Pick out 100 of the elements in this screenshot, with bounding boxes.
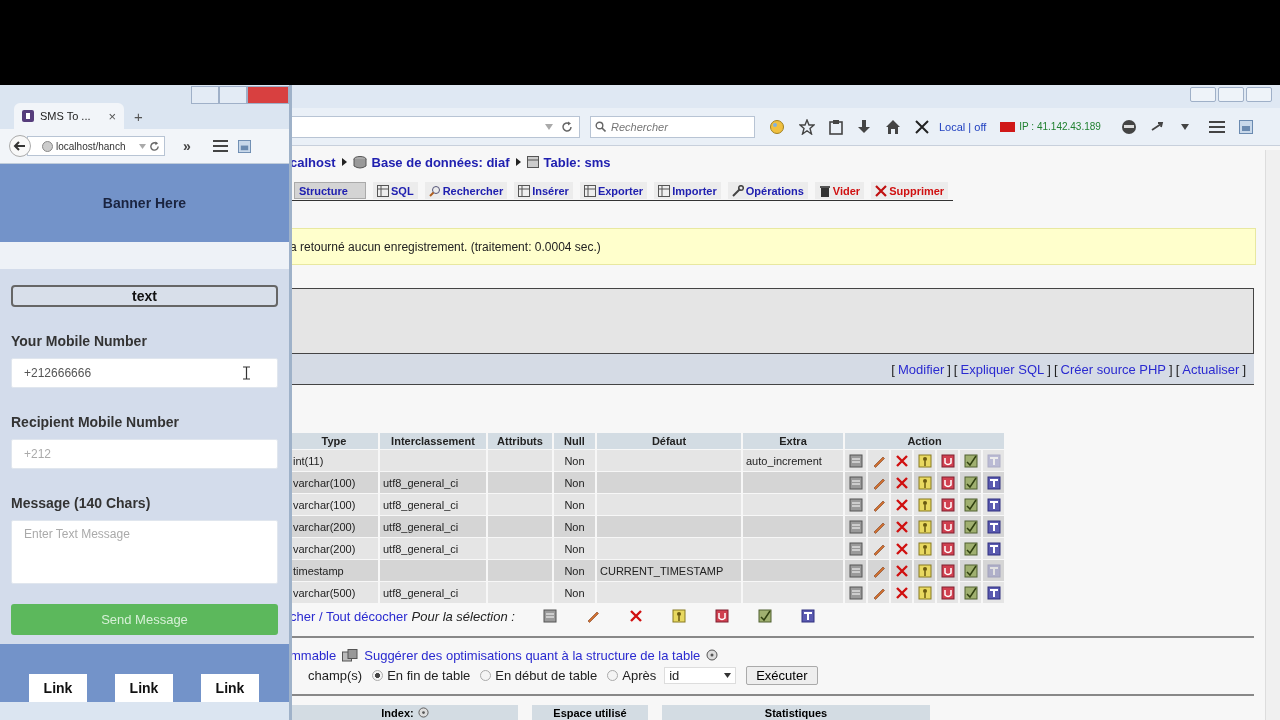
proxy-status[interactable]: Local | off bbox=[939, 120, 987, 133]
fulltext-icon[interactable] bbox=[986, 475, 1001, 490]
key-icon[interactable] bbox=[917, 497, 932, 512]
menu-icon[interactable] bbox=[1208, 119, 1225, 134]
delete-icon[interactable] bbox=[894, 453, 909, 468]
delete-icon[interactable] bbox=[628, 609, 643, 623]
tab[interactable]: Opérations bbox=[727, 182, 808, 199]
execute-button[interactable]: Exécuter bbox=[746, 665, 818, 685]
help-icon[interactable] bbox=[706, 649, 719, 661]
index-icon[interactable] bbox=[963, 453, 978, 468]
tab[interactable]: SQL bbox=[373, 182, 418, 199]
key-icon[interactable] bbox=[917, 453, 932, 468]
unique-icon[interactable] bbox=[940, 453, 955, 468]
text-button[interactable]: text bbox=[11, 285, 278, 307]
unique-icon[interactable] bbox=[940, 475, 955, 490]
x-icon[interactable] bbox=[915, 119, 929, 134]
message-field[interactable]: Enter Text Message bbox=[11, 520, 278, 584]
radio-button[interactable] bbox=[372, 669, 384, 681]
query-link[interactable]: Modifier bbox=[898, 361, 945, 377]
column-header[interactable]: Null bbox=[554, 433, 595, 449]
table-icon[interactable] bbox=[848, 519, 863, 534]
tab[interactable]: Structure bbox=[294, 182, 366, 199]
key-icon[interactable] bbox=[917, 585, 932, 600]
breadcrumb-link[interactable]: Base de données: diaf bbox=[371, 154, 510, 170]
column-select[interactable]: id bbox=[664, 666, 737, 684]
radio-button[interactable] bbox=[480, 669, 492, 681]
delete-icon[interactable] bbox=[894, 585, 909, 600]
download-icon[interactable] bbox=[857, 118, 871, 135]
unique-icon[interactable] bbox=[940, 541, 955, 556]
reload-icon[interactable] bbox=[561, 120, 573, 133]
input-field[interactable]: +212666666 bbox=[11, 358, 278, 388]
breadcrumb-link[interactable]: Table: sms bbox=[543, 154, 611, 170]
tab[interactable]: Importer bbox=[654, 182, 721, 199]
column-header[interactable]: Défaut bbox=[597, 433, 741, 449]
table-icon[interactable] bbox=[542, 609, 557, 623]
unique-icon[interactable] bbox=[714, 609, 729, 623]
fulltext-icon[interactable] bbox=[986, 519, 1001, 534]
radio-label[interactable]: Après bbox=[622, 667, 657, 683]
index-icon[interactable] bbox=[963, 519, 978, 534]
index-icon[interactable] bbox=[963, 585, 978, 600]
index-icon[interactable] bbox=[963, 475, 978, 490]
table-icon[interactable] bbox=[848, 563, 863, 578]
footer-link[interactable]: Link bbox=[29, 674, 87, 702]
radio-label[interactable]: En fin de table bbox=[387, 667, 471, 683]
scrollbar[interactable] bbox=[1265, 150, 1280, 720]
table-icon[interactable] bbox=[848, 475, 863, 490]
help-icon[interactable] bbox=[417, 707, 429, 718]
pencil-icon[interactable] bbox=[585, 609, 600, 623]
index-icon[interactable] bbox=[963, 563, 978, 578]
fulltext-icon[interactable] bbox=[986, 585, 1001, 600]
key-icon[interactable] bbox=[671, 609, 686, 623]
back-icon[interactable] bbox=[9, 135, 31, 157]
table-icon[interactable] bbox=[848, 585, 863, 600]
tab[interactable]: Vider bbox=[814, 182, 865, 199]
tab-close-button[interactable]: × bbox=[108, 108, 116, 124]
delete-icon[interactable] bbox=[894, 563, 909, 578]
index-icon[interactable] bbox=[963, 497, 978, 512]
fulltext-icon[interactable] bbox=[986, 497, 1001, 512]
address-field[interactable]: localhost/hanch bbox=[27, 136, 165, 156]
fulltext-icon[interactable] bbox=[986, 541, 1001, 556]
clipboard-icon[interactable] bbox=[829, 118, 843, 135]
window-icon[interactable] bbox=[237, 139, 251, 153]
unique-icon[interactable] bbox=[940, 585, 955, 600]
column-header[interactable]: Type bbox=[290, 433, 378, 449]
search-field[interactable]: Rechercher bbox=[590, 115, 755, 138]
input-field[interactable]: +212 bbox=[11, 439, 278, 469]
browser-tab[interactable]: SMS To ... × bbox=[14, 103, 124, 129]
breadcrumb-link[interactable]: calhost bbox=[290, 154, 336, 170]
footer-link[interactable]: Link bbox=[201, 674, 259, 702]
tab[interactable]: Supprimer bbox=[871, 182, 949, 199]
new-tab-button[interactable]: + bbox=[134, 108, 143, 125]
key-icon[interactable] bbox=[917, 563, 932, 578]
dropdown-icon[interactable] bbox=[1180, 123, 1189, 130]
tab[interactable]: Insérer bbox=[514, 182, 573, 199]
delete-icon[interactable] bbox=[894, 497, 909, 512]
menu-icon[interactable] bbox=[212, 140, 228, 152]
fulltext-icon[interactable] bbox=[800, 609, 815, 623]
unique-icon[interactable] bbox=[940, 519, 955, 534]
column-header[interactable]: Extra bbox=[743, 433, 843, 449]
window-icon[interactable] bbox=[1238, 119, 1253, 134]
table-icon[interactable] bbox=[848, 541, 863, 556]
unique-icon[interactable] bbox=[940, 563, 955, 578]
query-link[interactable]: Créer source PHP bbox=[1060, 361, 1167, 377]
radio-label[interactable]: En début de table bbox=[495, 667, 598, 683]
reload-icon[interactable] bbox=[149, 140, 160, 152]
key-icon[interactable] bbox=[917, 475, 932, 490]
delete-icon[interactable] bbox=[894, 541, 909, 556]
column-header[interactable]: Interclassement bbox=[380, 433, 486, 449]
column-header[interactable]: Action bbox=[845, 433, 1004, 449]
footer-link[interactable]: Link bbox=[115, 674, 173, 702]
delete-icon[interactable] bbox=[894, 475, 909, 490]
tab[interactable]: Exporter bbox=[579, 182, 648, 199]
delete-icon[interactable] bbox=[894, 519, 909, 534]
tab[interactable]: Rechercher bbox=[424, 182, 508, 199]
star-icon[interactable] bbox=[799, 118, 815, 135]
overflow-button[interactable]: » bbox=[183, 138, 191, 154]
unique-icon[interactable] bbox=[940, 497, 955, 512]
table-icon[interactable] bbox=[848, 497, 863, 512]
column-header[interactable]: Attributs bbox=[488, 433, 552, 449]
index-icon[interactable] bbox=[757, 609, 772, 623]
